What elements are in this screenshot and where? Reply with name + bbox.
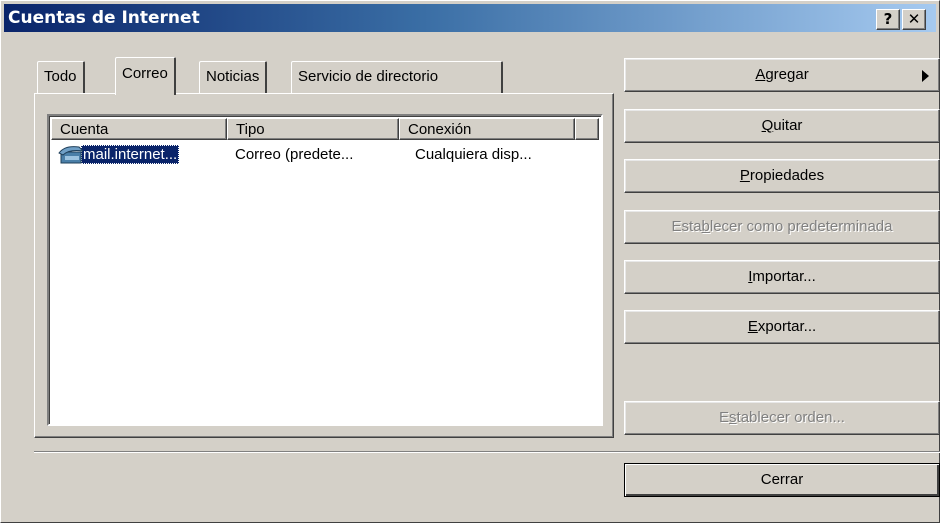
add-button[interactable]: Agregar [624,58,940,92]
tab-todo[interactable]: Todo [37,61,85,93]
cell-tipo: Correo (predete... [235,145,354,163]
table-row[interactable]: mail.internet... Correo (predete... Cual… [51,143,591,165]
accounts-list[interactable]: Cuenta Tipo Conexión mail.internet... Co… [47,114,603,426]
dialog-window: Cuentas de Internet ? ✕ Todo Correo Noti… [0,0,940,523]
close-dialog-button[interactable]: Cerrar [624,463,940,497]
add-label: Agregar [755,66,809,83]
submenu-arrow-icon [922,70,929,82]
tab-correo[interactable]: Correo [115,57,176,95]
remove-button[interactable]: Quitar [624,109,940,143]
tab-servicio-directorio[interactable]: Servicio de directorio [291,61,503,93]
tab-panel: Cuenta Tipo Conexión mail.internet... Co… [34,93,614,438]
mail-account-icon [57,143,85,165]
set-order-button[interactable]: Establecer orden... [624,401,940,435]
import-button[interactable]: Importar... [624,260,940,294]
column-header-filler [575,118,599,140]
column-header-tipo[interactable]: Tipo [227,118,399,140]
column-header-cuenta[interactable]: Cuenta [51,118,227,140]
help-button[interactable]: ? [876,9,900,30]
properties-button[interactable]: Propiedades [624,159,940,193]
cell-conexion: Cualquiera disp... [415,145,532,163]
title-bar[interactable]: Cuentas de Internet ? ✕ [4,4,936,32]
separator-line [34,451,940,453]
tab-noticias[interactable]: Noticias [199,61,268,93]
column-header-conexion[interactable]: Conexión [399,118,575,140]
list-header: Cuenta Tipo Conexión [51,118,599,142]
cell-cuenta: mail.internet... [51,143,227,165]
window-title: Cuentas de Internet [8,8,200,28]
account-name: mail.internet... [81,144,180,164]
set-default-button[interactable]: Establecer como predeterminada [624,210,940,244]
export-button[interactable]: Exportar... [624,310,940,344]
close-button[interactable]: ✕ [902,9,926,30]
